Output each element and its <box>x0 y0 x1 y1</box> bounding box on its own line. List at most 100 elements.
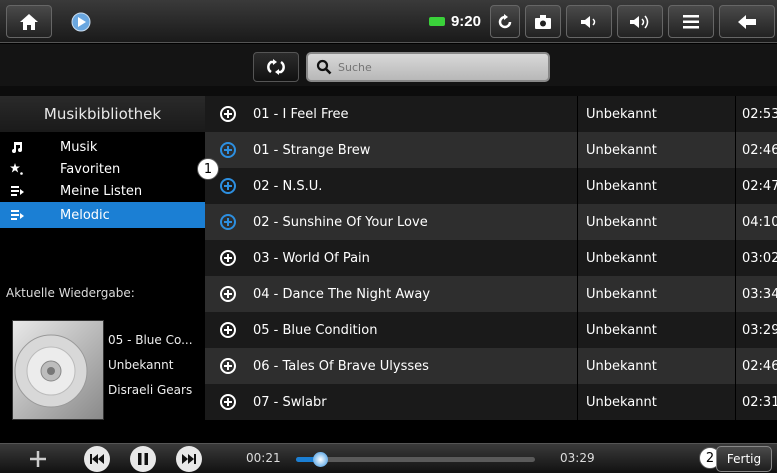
add-track-button[interactable] <box>205 105 251 123</box>
plus-circle-icon <box>220 286 236 302</box>
playlist-icon <box>10 208 32 222</box>
music-note-icon <box>10 140 32 154</box>
track-title: 01 - I Feel Free <box>253 106 349 122</box>
track-title: 05 - Blue Condition <box>253 322 378 338</box>
home-button[interactable] <box>6 5 52 38</box>
add-track-button[interactable] <box>205 213 251 231</box>
progress-slider[interactable] <box>296 452 535 467</box>
track-title: 04 - Dance The Night Away <box>253 286 431 302</box>
track-duration: 04:10 <box>735 204 777 240</box>
done-button[interactable]: Fertig <box>716 446 772 472</box>
refresh-button[interactable] <box>490 5 520 38</box>
plus-circle-icon <box>220 214 236 230</box>
volume-up-icon <box>630 15 649 28</box>
track-artist: Unbekannt <box>577 384 735 420</box>
track-row[interactable]: 02 - Sunshine Of Your Love Unbekannt 04:… <box>205 204 777 240</box>
media-button[interactable] <box>58 5 104 38</box>
plus-circle-icon <box>220 322 236 338</box>
plus-circle-icon <box>220 250 236 266</box>
search-field[interactable] <box>306 52 550 82</box>
add-track-button[interactable] <box>205 393 251 411</box>
library-item-meine-listen[interactable]: Meine Listen <box>0 180 205 202</box>
now-playing-album: Disraeli Gears <box>108 383 193 397</box>
volume-down-icon <box>581 15 596 28</box>
add-track-button[interactable] <box>205 357 251 375</box>
pause-button[interactable] <box>130 446 156 472</box>
library-item-label: Melodic <box>60 207 110 223</box>
add-track-button[interactable] <box>205 141 251 159</box>
track-duration: 02:53 <box>735 96 777 132</box>
track-row[interactable]: 04 - Dance The Night Away Unbekannt 03:3… <box>205 276 777 312</box>
plus-circle-icon <box>220 106 236 122</box>
track-row[interactable]: 07 - Swlabr Unbekannt 02:31 <box>205 384 777 420</box>
library-item-label: Meine Listen <box>60 183 143 199</box>
add-button[interactable] <box>26 447 50 471</box>
pause-icon <box>138 453 148 465</box>
volume-down-button[interactable] <box>566 5 612 38</box>
track-artist: Unbekannt <box>577 96 735 132</box>
track-row[interactable]: 01 - I Feel Free Unbekannt 02:53 <box>205 96 777 132</box>
volume-up-button[interactable] <box>617 5 663 38</box>
track-duration: 02:46 <box>735 132 777 168</box>
track-artist: Unbekannt <box>577 312 735 348</box>
track-title: 07 - Swlabr <box>253 394 327 410</box>
track-row[interactable]: 05 - Blue Condition Unbekannt 03:29 <box>205 312 777 348</box>
track-duration: 02:47 <box>735 168 777 204</box>
status-clock-area: 9:20 <box>390 5 487 38</box>
plus-circle-icon <box>220 178 236 194</box>
callout-marker-1: 1 <box>197 158 219 180</box>
search-toolbar <box>0 44 777 96</box>
track-artist: Unbekannt <box>577 168 735 204</box>
plus-icon <box>30 451 46 467</box>
track-title: 06 - Tales Of Brave Ulysses <box>253 358 429 374</box>
sync-icon <box>267 59 285 75</box>
library-title: Musikbibliothek <box>0 96 205 132</box>
track-artist: Unbekannt <box>577 348 735 384</box>
now-playing-label: Aktuelle Wiedergabe: <box>6 286 135 300</box>
add-track-button[interactable] <box>205 285 251 303</box>
next-icon <box>182 454 196 464</box>
camera-icon <box>535 14 551 29</box>
add-track-button[interactable] <box>205 249 251 267</box>
previous-icon <box>90 454 104 464</box>
menu-button[interactable] <box>668 5 714 38</box>
track-duration: 03:29 <box>735 312 777 348</box>
sync-button[interactable] <box>253 52 299 82</box>
track-row[interactable]: 03 - World Of Pain Unbekannt 03:02 <box>205 240 777 276</box>
track-row[interactable]: 01 - Strange Brew Unbekannt 02:46 <box>205 132 777 168</box>
library-item-favoriten[interactable]: Favoriten <box>0 158 205 180</box>
track-row[interactable]: 02 - N.S.U. Unbekannt 02:47 <box>205 168 777 204</box>
refresh-icon <box>498 13 512 28</box>
progress-knob[interactable] <box>312 452 328 467</box>
home-icon <box>20 13 38 30</box>
library-item-label: Musik <box>60 139 98 155</box>
track-list: 01 - I Feel Free Unbekannt 02:53 01 - St… <box>205 96 777 443</box>
search-input[interactable] <box>338 60 538 74</box>
back-button[interactable] <box>719 5 775 38</box>
status-bar: 9:20 <box>0 0 777 43</box>
cd-icon <box>14 334 88 408</box>
library-item-label: Favoriten <box>60 161 121 177</box>
next-button[interactable] <box>176 446 202 472</box>
status-clock: 9:20 <box>450 13 481 30</box>
track-artist: Unbekannt <box>577 240 735 276</box>
plus-circle-icon <box>220 394 236 410</box>
back-arrow-icon <box>738 14 756 29</box>
add-track-button[interactable] <box>205 177 251 195</box>
track-duration: 02:31 <box>735 384 777 420</box>
battery-icon <box>428 17 445 26</box>
track-duration: 03:02 <box>735 240 777 276</box>
track-duration: 02:46 <box>735 348 777 384</box>
library-item-melodic[interactable]: Melodic <box>0 202 205 228</box>
add-track-button[interactable] <box>205 321 251 339</box>
screenshot-button[interactable] <box>525 5 561 38</box>
track-title: 01 - Strange Brew <box>253 142 371 158</box>
track-row[interactable]: 06 - Tales Of Brave Ulysses Unbekannt 02… <box>205 348 777 384</box>
library-item-musik[interactable]: Musik <box>0 136 205 158</box>
track-duration: 03:34 <box>735 276 777 312</box>
playlist-icon <box>10 184 32 198</box>
plus-circle-icon <box>220 358 236 374</box>
now-playing-title: 05 - Blue Co... <box>108 333 193 347</box>
previous-button[interactable] <box>84 446 110 472</box>
album-cover[interactable] <box>12 320 104 420</box>
